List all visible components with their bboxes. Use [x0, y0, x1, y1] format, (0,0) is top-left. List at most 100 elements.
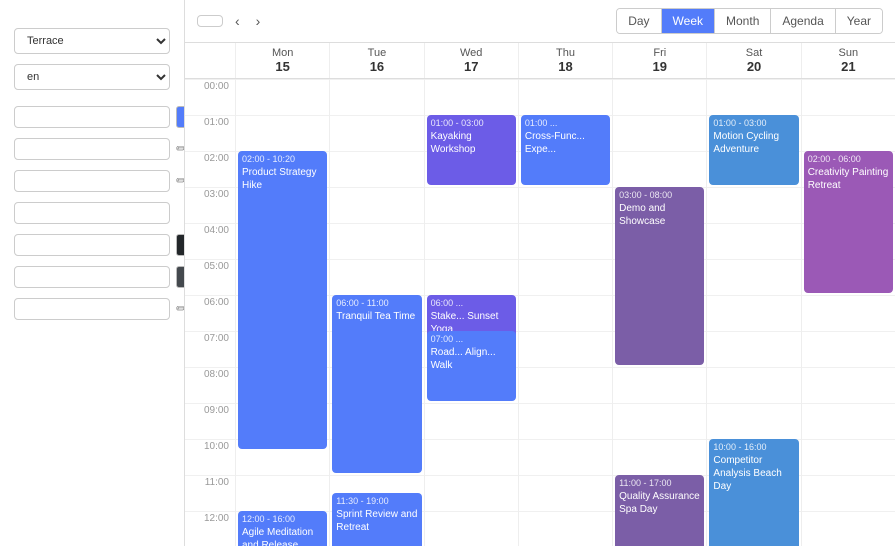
hour-line [330, 79, 423, 115]
hour-line [519, 439, 612, 475]
hour-line [613, 439, 706, 475]
calendar-event[interactable]: 02:00 - 10:20Product Strategy Hike [238, 151, 327, 449]
event-title: Sprint Review and Retreat [336, 509, 417, 533]
event-title: Demo and Showcase [619, 203, 665, 227]
event-bg-input[interactable] [14, 138, 170, 160]
primary-color-input[interactable] [14, 106, 170, 128]
primary-color-swatch[interactable] [176, 106, 185, 128]
locale-select[interactable]: en fr [14, 64, 170, 90]
event-bg-pencil-icon[interactable]: ✏ [176, 141, 185, 157]
event-title: Road... Align... Walk [431, 347, 496, 371]
day-col-tue: 06:00 - 11:00Tranquil Tea Time 11:30 - 19… [329, 79, 423, 546]
day-col-fri: 03:00 - 08:00Demo and Showcase 11:00 - 17… [612, 79, 706, 546]
view-day[interactable]: Day [617, 9, 661, 33]
today-button[interactable] [197, 15, 223, 27]
time-slot-0200: 02:00 [185, 151, 235, 187]
hour-line [707, 187, 800, 223]
calendar-event[interactable]: 11:30 - 19:00Sprint Review and Retreat [332, 493, 421, 546]
event-time: 06:00 ... [431, 298, 512, 310]
day-header-wed: Wed 17 [424, 43, 518, 78]
hour-line [425, 475, 518, 511]
event-time: 11:00 - 17:00 [619, 478, 700, 490]
event-title: Kayaking Workshop [431, 131, 476, 155]
toolbar: ‹ › Day Week Month Agenda Year [185, 0, 895, 43]
time-slot-0800: 08:00 [185, 367, 235, 403]
day-header-mon: Mon 15 [235, 43, 329, 78]
hour-line [519, 295, 612, 331]
hour-line [519, 331, 612, 367]
hour-line [802, 331, 895, 367]
day-header-fri: Fri 19 [612, 43, 706, 78]
hour-line [425, 259, 518, 295]
header-text-pencil-icon[interactable]: ✏ [176, 301, 185, 317]
event-time: 02:00 - 10:20 [242, 154, 323, 166]
hour-line [802, 367, 895, 403]
calendar-event[interactable]: 10:00 - 16:00Competitor Analysis Beach D… [709, 439, 798, 546]
toolbar-text-input[interactable] [14, 266, 170, 288]
calendar-event[interactable]: 11:00 - 17:00Quality Assurance Spa Day [615, 475, 704, 546]
header-text-input[interactable] [14, 298, 170, 320]
event-time: 06:00 - 11:00 [336, 298, 417, 310]
time-slot-1200: 12:00 [185, 511, 235, 546]
calendar-event[interactable]: 01:00 - 03:00Motion Cycling Adventure [709, 115, 798, 185]
hour-line [707, 223, 800, 259]
hour-line [425, 439, 518, 475]
hour-line [236, 79, 329, 115]
hour-line [519, 367, 612, 403]
hour-line [802, 511, 895, 546]
hour-line [802, 79, 895, 115]
hour-line [707, 331, 800, 367]
time-slot-0100: 01:00 [185, 115, 235, 151]
calendar-event[interactable]: 07:00 ...Road... Align... Walk [427, 331, 516, 401]
prev-button[interactable]: ‹ [231, 11, 244, 31]
hour-line [707, 79, 800, 115]
hour-line [707, 259, 800, 295]
event-text-input[interactable] [14, 170, 170, 192]
hour-line [613, 367, 706, 403]
text-color-swatch[interactable] [176, 234, 185, 256]
hour-line [519, 187, 612, 223]
calendar-event[interactable]: 02:00 - 06:00Creativity Painting Retreat [804, 151, 893, 293]
bg-color-input[interactable] [14, 202, 170, 224]
hour-line [707, 403, 800, 439]
event-title: Product Strategy Hike [242, 167, 316, 191]
event-title: Quality Assurance Spa Day [619, 491, 700, 515]
calendar-event[interactable]: 01:00 ...Cross-Func... Expe... [521, 115, 610, 185]
hour-line [613, 403, 706, 439]
hour-line [802, 475, 895, 511]
hour-line [802, 439, 895, 475]
time-slot-0500: 05:00 [185, 259, 235, 295]
hour-line [613, 151, 706, 187]
day-header-tue: Tue 16 [329, 43, 423, 78]
view-agenda[interactable]: Agenda [771, 9, 835, 33]
hour-line [236, 475, 329, 511]
view-week[interactable]: Week [662, 9, 715, 33]
view-year[interactable]: Year [836, 9, 882, 33]
calendar-grid: Mon 15Tue 16Wed 17Thu 18Fri 19Sat 20Sun … [185, 43, 895, 546]
theme-select[interactable]: Terrace Classic [14, 28, 170, 54]
view-group: Day Week Month Agenda Year [616, 8, 883, 34]
time-gutter-header [185, 43, 235, 78]
sidebar: Terrace Classic en fr ✏ ✏ ✏ [0, 0, 185, 546]
toolbar-text-swatch[interactable] [176, 266, 185, 288]
calendar-event[interactable]: 03:00 - 08:00Demo and Showcase [615, 187, 704, 365]
view-month[interactable]: Month [715, 9, 771, 33]
event-time: 10:00 - 16:00 [713, 442, 794, 454]
next-button[interactable]: › [252, 11, 265, 31]
hour-line [425, 223, 518, 259]
hour-line [519, 223, 612, 259]
event-text-pencil-icon[interactable]: ✏ [176, 173, 185, 189]
event-time: 01:00 - 03:00 [713, 118, 794, 130]
time-slot-0900: 09:00 [185, 403, 235, 439]
time-slot-0700: 07:00 [185, 331, 235, 367]
time-slot-0000: 00:00 [185, 79, 235, 115]
calendar-event[interactable]: 06:00 - 11:00Tranquil Tea Time [332, 295, 421, 473]
event-title: Agile Meditation and Release [242, 527, 313, 546]
text-color-input[interactable] [14, 234, 170, 256]
hour-line [519, 511, 612, 546]
calendar-event[interactable]: 12:00 - 16:00Agile Meditation and Releas… [238, 511, 327, 546]
day-header-sat: Sat 20 [706, 43, 800, 78]
calendar-event[interactable]: 01:00 - 03:00Kayaking Workshop [427, 115, 516, 185]
day-col-mon: 02:00 - 10:20Product Strategy Hike 12:00 … [235, 79, 329, 546]
day-col-sun: 02:00 - 06:00Creativity Painting Retreat [801, 79, 895, 546]
